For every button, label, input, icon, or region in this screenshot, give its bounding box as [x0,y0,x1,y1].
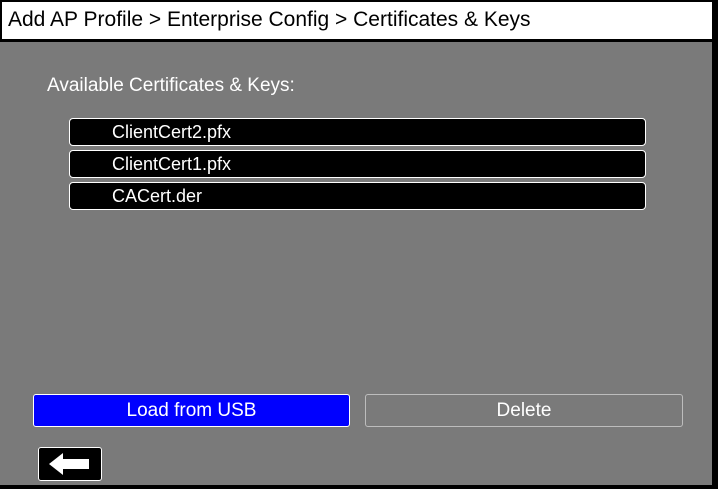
certificate-label: ClientCert1.pfx [112,154,232,174]
section-label: Available Certificates & Keys: [47,75,295,96]
certificate-item-cacert[interactable]: CACert.der [69,182,646,210]
certificate-label: ClientCert2.pfx [112,122,232,142]
back-button[interactable] [38,447,102,481]
title-bar: Add AP Profile > Enterprise Config > Cer… [0,0,712,42]
arrow-left-icon [49,453,89,475]
certificate-item-clientcert2[interactable]: ClientCert2.pfx [69,118,646,146]
certificate-list: ClientCert2.pfx ClientCert1.pfx CACert.d… [69,118,646,214]
delete-button[interactable]: Delete [365,394,683,427]
page-title: Add AP Profile > Enterprise Config > Cer… [8,8,531,31]
certificate-label: CACert.der [112,186,203,206]
load-from-usb-button[interactable]: Load from USB [33,394,350,427]
screen: Add AP Profile > Enterprise Config > Cer… [0,0,718,489]
certificate-item-clientcert1[interactable]: ClientCert1.pfx [69,150,646,178]
